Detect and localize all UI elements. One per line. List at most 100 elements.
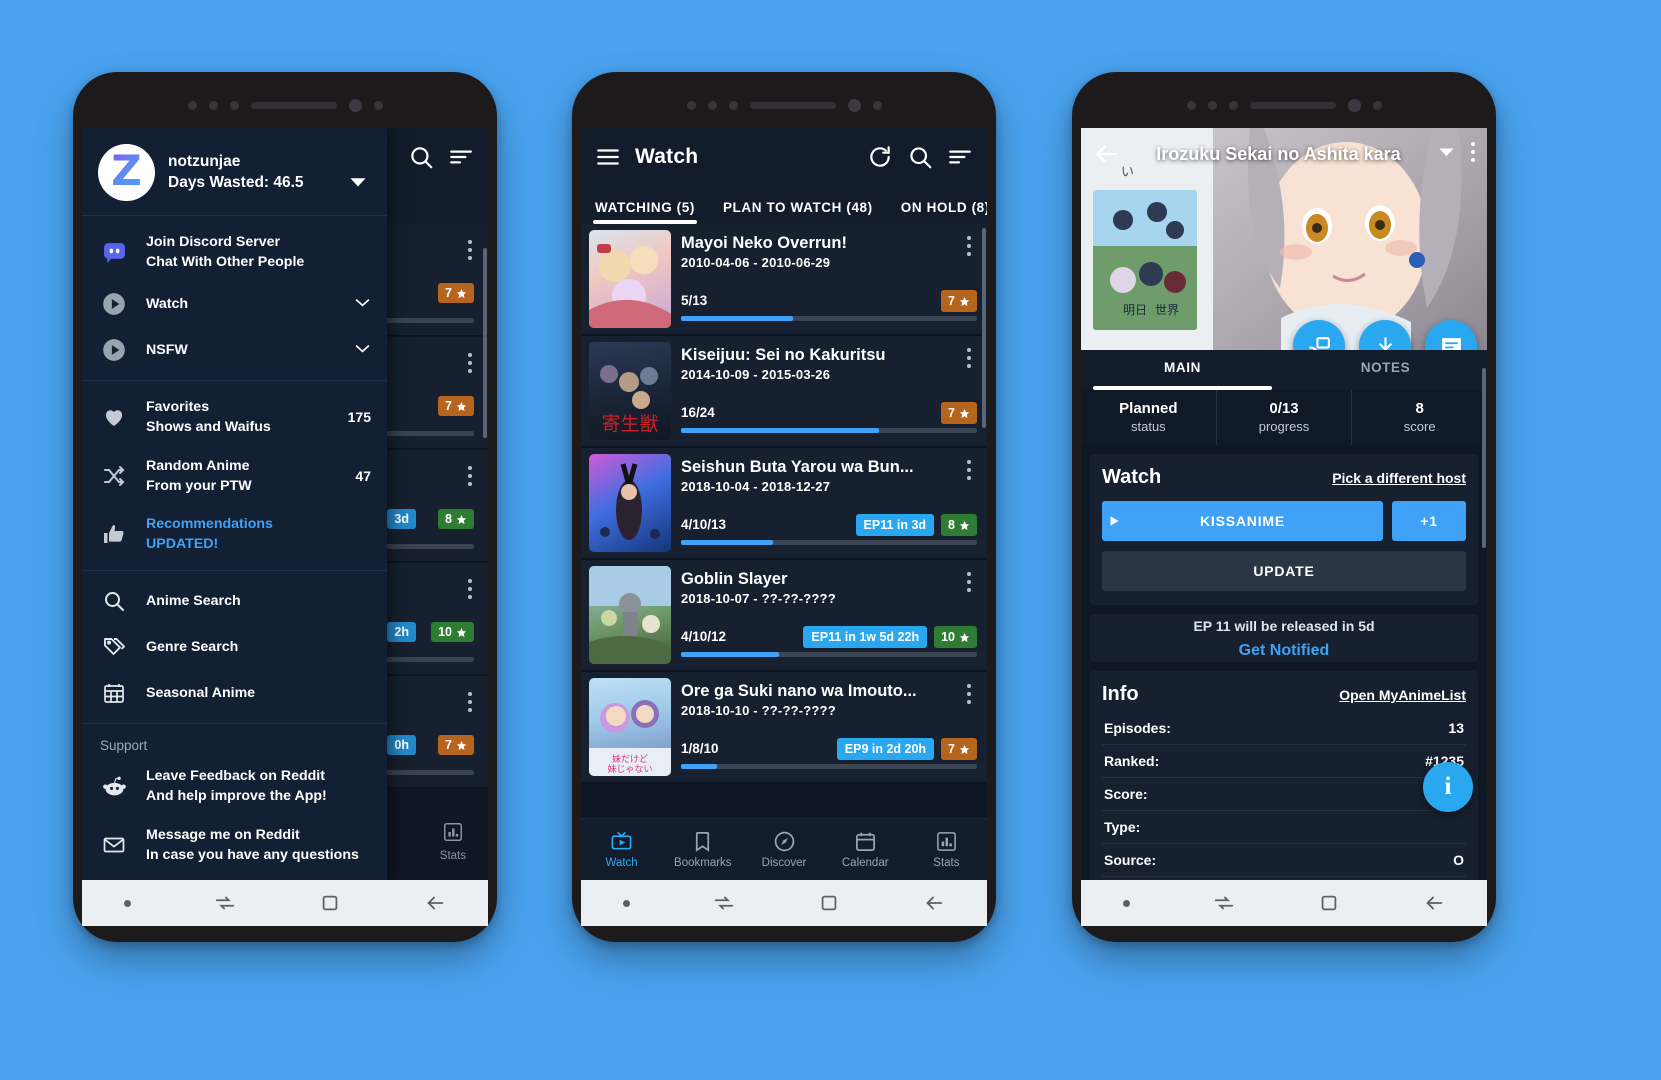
drawer-item-label: Random Anime From your PTW bbox=[146, 457, 252, 494]
update-button[interactable]: UPDATE bbox=[1102, 551, 1466, 591]
score-badge: 7 bbox=[438, 396, 474, 416]
anime-list-item[interactable]: 寄生獣 Kiseijuu: Sei no Kakuritsu 2014-10-0… bbox=[581, 336, 987, 448]
bottom-nav-item-calendar[interactable]: Calendar bbox=[825, 830, 906, 869]
info-fab-button[interactable]: i bbox=[1423, 762, 1473, 812]
scrollbar[interactable] bbox=[1482, 368, 1486, 548]
tab-main[interactable]: MAIN bbox=[1081, 350, 1284, 390]
anime-list-item[interactable]: Seishun Buta Yarou wa Bun... 2018-10-04 … bbox=[581, 448, 987, 560]
kebab-menu-icon[interactable] bbox=[468, 353, 472, 377]
back-icon[interactable] bbox=[923, 892, 945, 914]
kebab-menu-icon[interactable] bbox=[468, 466, 472, 490]
recents-icon[interactable] bbox=[713, 892, 735, 914]
drawer-item-random-anime[interactable]: Random Anime From your PTW 47 bbox=[82, 447, 387, 505]
kebab-menu-icon[interactable] bbox=[967, 348, 971, 372]
shuffle-icon bbox=[100, 462, 128, 490]
camera-row bbox=[1186, 98, 1382, 112]
bottom-nav-item-stats[interactable]: Stats bbox=[440, 821, 466, 862]
scrollbar[interactable] bbox=[982, 228, 986, 428]
tab-on-hold[interactable]: ON HOLD (8) bbox=[899, 200, 987, 224]
stat-status[interactable]: Planned status bbox=[1081, 390, 1217, 445]
back-arrow-icon[interactable] bbox=[1093, 141, 1119, 167]
home-icon[interactable] bbox=[818, 892, 840, 914]
recents-icon[interactable] bbox=[1213, 892, 1235, 914]
detail-hero: い ろ づ Irozuku Sekai no Ashita kara bbox=[1081, 128, 1487, 350]
drawer-item-nsfw[interactable]: NSFW bbox=[82, 327, 387, 373]
back-icon[interactable] bbox=[1423, 892, 1445, 914]
stat-progress[interactable]: 0/13 progress bbox=[1217, 390, 1353, 445]
bottom-nav-item-stats[interactable]: Stats bbox=[906, 830, 987, 869]
search-icon bbox=[100, 587, 128, 615]
episode-badge: 0h bbox=[387, 735, 416, 755]
kebab-menu-icon[interactable] bbox=[967, 460, 971, 484]
chevron-down-icon[interactable] bbox=[349, 175, 367, 193]
search-icon[interactable] bbox=[907, 144, 933, 170]
drawer-item-seasonal-anime[interactable]: Seasonal Anime bbox=[82, 670, 387, 716]
stat-score[interactable]: 8 score bbox=[1352, 390, 1487, 445]
chevron-down-icon[interactable] bbox=[354, 295, 371, 313]
open-myanimelist-link[interactable]: Open MyAnimeList bbox=[1339, 687, 1466, 703]
recents-icon[interactable] bbox=[214, 892, 236, 914]
search-icon[interactable] bbox=[408, 144, 434, 170]
anime-list-item[interactable]: 妹だけど 妹じゃない Ore ga Suki nano wa Imouto... … bbox=[581, 672, 987, 784]
kebab-menu-icon[interactable] bbox=[1471, 142, 1475, 166]
phone-device-3: い ろ づ Irozuku Sekai no Ashita kara bbox=[1072, 72, 1496, 942]
kebab-menu-icon[interactable] bbox=[967, 684, 971, 708]
kebab-menu-icon[interactable] bbox=[468, 240, 472, 264]
tab-watching[interactable]: WATCHING (5) bbox=[593, 200, 709, 224]
refresh-icon[interactable] bbox=[867, 144, 893, 170]
sort-icon[interactable] bbox=[947, 144, 973, 170]
plus-one-button[interactable]: +1 bbox=[1392, 501, 1466, 541]
pick-different-host-link[interactable]: Pick a different host bbox=[1332, 470, 1466, 486]
svg-text:妹じゃない: 妹じゃない bbox=[607, 763, 652, 775]
kebab-menu-icon[interactable] bbox=[468, 692, 472, 716]
phone3-screen: い ろ づ Irozuku Sekai no Ashita kara bbox=[1081, 128, 1487, 880]
navigation-drawer: Z notzunjae Days Wasted: 46.5 Join Disco… bbox=[82, 128, 387, 880]
drawer-item-discord[interactable]: Join Discord Server Chat With Other Peop… bbox=[82, 223, 387, 281]
earpiece-speaker bbox=[1249, 101, 1336, 109]
sort-icon[interactable] bbox=[448, 144, 474, 170]
anime-badges: EP11 in 1w 5d 22h 10 bbox=[803, 626, 977, 648]
drawer-item-leave-feedback[interactable]: Leave Feedback on Reddit And help improv… bbox=[82, 757, 387, 815]
get-notified-link[interactable]: Get Notified bbox=[1090, 642, 1478, 660]
drawer-item-recommendations[interactable]: Recommendations UPDATED! bbox=[82, 505, 387, 563]
chevron-down-icon[interactable] bbox=[354, 341, 371, 359]
scrollbar[interactable] bbox=[483, 248, 487, 438]
drawer-header[interactable]: Z notzunjae Days Wasted: 46.5 bbox=[82, 128, 387, 215]
drawer-item-favorites[interactable]: Favorites Shows and Waifus 175 bbox=[82, 388, 387, 446]
anime-list-item[interactable]: Goblin Slayer 2018-10-07 - ??-??-???? 4/… bbox=[581, 560, 987, 672]
bottom-nav-item-bookmarks[interactable]: Bookmarks bbox=[662, 830, 743, 869]
tab-plan-to-watch[interactable]: PLAN TO WATCH (48) bbox=[721, 200, 887, 224]
phone-device-2: Watch WATCHING (5) PLAN TO WATCH (48) ON… bbox=[572, 72, 996, 942]
drawer-item-message-me[interactable]: Message me on Reddit In case you have an… bbox=[82, 816, 387, 874]
sensor-dot bbox=[1372, 100, 1382, 110]
bottom-nav-item-watch[interactable]: Watch bbox=[581, 830, 662, 869]
tab-notes[interactable]: NOTES bbox=[1284, 350, 1487, 390]
kebab-menu-icon[interactable] bbox=[468, 579, 472, 603]
anime-dates: 2018-10-07 - ??-??-???? bbox=[681, 591, 836, 606]
kissanime-button[interactable]: KISSANIME bbox=[1102, 501, 1383, 541]
kebab-menu-icon[interactable] bbox=[967, 236, 971, 260]
download-icon[interactable] bbox=[1359, 320, 1411, 350]
hamburger-icon[interactable] bbox=[595, 144, 621, 170]
home-icon[interactable] bbox=[319, 892, 341, 914]
anime-progress-text: 4/10/13 bbox=[681, 517, 727, 532]
home-icon[interactable] bbox=[1318, 892, 1340, 914]
bottom-nav-item-discover[interactable]: Discover bbox=[743, 830, 824, 869]
kebab-menu-icon[interactable] bbox=[967, 572, 971, 596]
comment-icon[interactable] bbox=[1425, 320, 1477, 350]
drawer-item-genre-search[interactable]: Genre Search bbox=[82, 624, 387, 670]
page-title: Watch bbox=[635, 145, 699, 168]
drawer-item-watch[interactable]: Watch bbox=[82, 281, 387, 327]
episode-badge: 2h bbox=[387, 622, 416, 642]
avatar[interactable]: Z bbox=[98, 144, 155, 201]
progress-bar bbox=[681, 316, 977, 321]
caret-down-icon[interactable] bbox=[1438, 145, 1455, 163]
cast-icon[interactable] bbox=[1293, 320, 1345, 350]
info-row-score: Score: 7.65 bbox=[1102, 778, 1466, 811]
release-text: EP 11 will be released in 5d bbox=[1193, 618, 1375, 634]
drawer-item-anime-search[interactable]: Anime Search bbox=[82, 578, 387, 624]
anime-list-item[interactable]: Mayoi Neko Overrun! 2010-04-06 - 2010-06… bbox=[581, 224, 987, 336]
anime-progress-text: 5/13 bbox=[681, 293, 708, 308]
anime-poster[interactable]: 明日 世界 bbox=[1093, 190, 1197, 330]
back-icon[interactable] bbox=[424, 892, 446, 914]
